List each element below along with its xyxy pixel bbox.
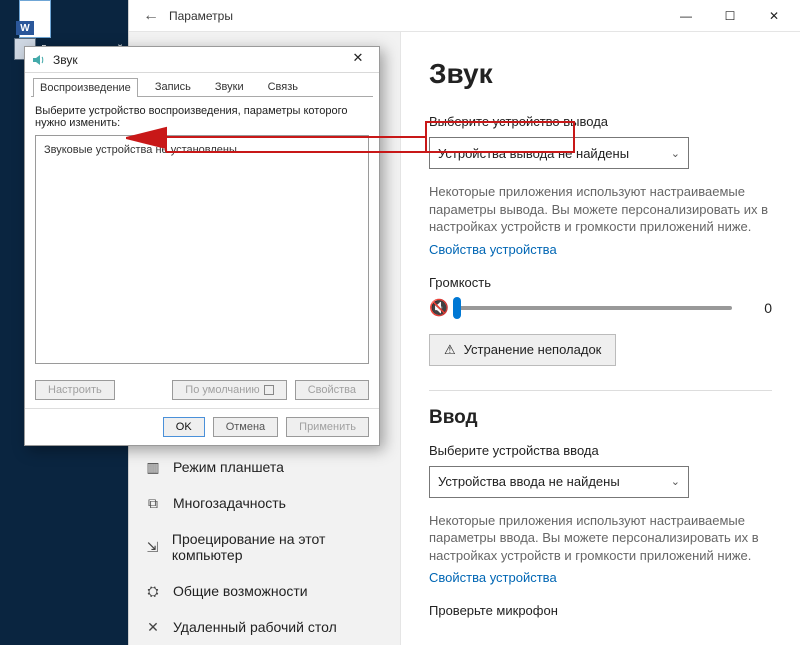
speaker-icon <box>31 52 47 68</box>
sidebar-item-tablet-mode[interactable]: ▥ Режим планшета <box>129 449 400 485</box>
troubleshoot-button[interactable]: ⚠ Устранение неполадок <box>429 334 616 366</box>
sidebar-item-multitasking[interactable]: ⧉ Многозадачность <box>129 485 400 521</box>
properties-button: Свойства <box>295 380 369 400</box>
remote-icon: ✕ <box>145 619 161 635</box>
dialog-tabs: Воспроизведение Запись Звуки Связь <box>25 73 379 96</box>
volume-value: 0 <box>754 300 772 316</box>
input-device-properties-link[interactable]: Свойства устройства <box>429 570 772 585</box>
output-device-properties-link[interactable]: Свойства устройства <box>429 242 772 257</box>
apply-button: Применить <box>286 417 369 437</box>
sidebar-item-label: Проецирование на этот компьютер <box>172 531 384 563</box>
output-hint: Некоторые приложения используют настраив… <box>429 183 772 236</box>
sidebar-item-remote-desktop[interactable]: ✕ Удаленный рабочий стол <box>129 609 400 645</box>
tab-playback[interactable]: Воспроизведение <box>33 78 138 97</box>
dropdown-arrow-icon <box>264 385 274 395</box>
tablet-icon: ▥ <box>145 459 161 475</box>
divider <box>429 390 772 391</box>
input-device-value: Устройства ввода не найдены <box>438 474 620 489</box>
output-device-value: Устройства вывода не найдены <box>438 146 629 161</box>
minimize-button[interactable]: — <box>664 1 708 31</box>
maximize-button[interactable]: ☐ <box>708 1 752 31</box>
check-mic-label: Проверьте микрофон <box>429 603 772 618</box>
project-icon: ⇲ <box>145 539 160 555</box>
ok-button[interactable]: OK <box>163 417 205 437</box>
output-device-dropdown[interactable]: Устройства вывода не найдены ⌄ <box>429 137 689 169</box>
dialog-instruction: Выберите устройство воспроизведения, пар… <box>35 105 369 129</box>
slider-thumb[interactable] <box>453 297 461 319</box>
sidebar-item-shared-experiences[interactable]: ⛭ Общие возможности <box>129 573 400 609</box>
output-device-label: Выберите устройство вывода <box>429 114 772 129</box>
set-default-button: По умолчанию <box>172 380 286 400</box>
sidebar-item-label: Удаленный рабочий стол <box>173 619 337 635</box>
volume-slider[interactable] <box>457 306 732 310</box>
dialog-titlebar: Звук ✕ <box>25 47 379 73</box>
tab-recording[interactable]: Запись <box>148 77 198 96</box>
multitask-icon: ⧉ <box>145 495 161 511</box>
dialog-close-button[interactable]: ✕ <box>343 50 373 70</box>
page-title: Звук <box>429 58 772 90</box>
input-hint: Некоторые приложения используют настраив… <box>429 512 772 565</box>
playback-device-list[interactable]: Звуковые устройства не установлены <box>35 135 369 364</box>
settings-titlebar: ← Параметры — ☐ ✕ <box>129 0 800 32</box>
back-button[interactable]: ← <box>133 7 169 25</box>
chevron-down-icon: ⌄ <box>671 475 680 488</box>
cancel-button[interactable]: Отмена <box>213 417 278 437</box>
input-device-dropdown[interactable]: Устройства ввода не найдены ⌄ <box>429 466 689 498</box>
sound-control-panel-dialog: Звук ✕ Воспроизведение Запись Звуки Связ… <box>24 46 380 446</box>
troubleshoot-label: Устранение неполадок <box>464 342 602 357</box>
mute-icon[interactable]: 🔇 <box>429 298 449 318</box>
tab-communications[interactable]: Связь <box>261 77 305 96</box>
sidebar-item-label: Многозадачность <box>173 495 286 511</box>
volume-label: Громкость <box>429 275 772 290</box>
sidebar-item-label: Режим планшета <box>173 459 284 475</box>
settings-content: Звук Выберите устройство вывода Устройст… <box>401 32 800 645</box>
dialog-title: Звук <box>53 53 343 67</box>
shared-icon: ⛭ <box>145 583 161 599</box>
no-audio-devices-text: Звуковые устройства не установлены <box>44 144 360 156</box>
tab-sounds[interactable]: Звуки <box>208 77 251 96</box>
chevron-down-icon: ⌄ <box>671 147 680 160</box>
settings-title: Параметры <box>169 9 664 23</box>
input-heading: Ввод <box>429 407 772 429</box>
word-document-icon[interactable] <box>14 0 56 40</box>
warning-icon: ⚠ <box>444 342 456 358</box>
configure-button: Настроить <box>35 380 115 400</box>
input-device-label: Выберите устройства ввода <box>429 443 772 458</box>
sidebar-item-projecting[interactable]: ⇲ Проецирование на этот компьютер <box>129 521 400 573</box>
close-button[interactable]: ✕ <box>752 1 796 31</box>
sidebar-item-label: Общие возможности <box>173 583 308 599</box>
